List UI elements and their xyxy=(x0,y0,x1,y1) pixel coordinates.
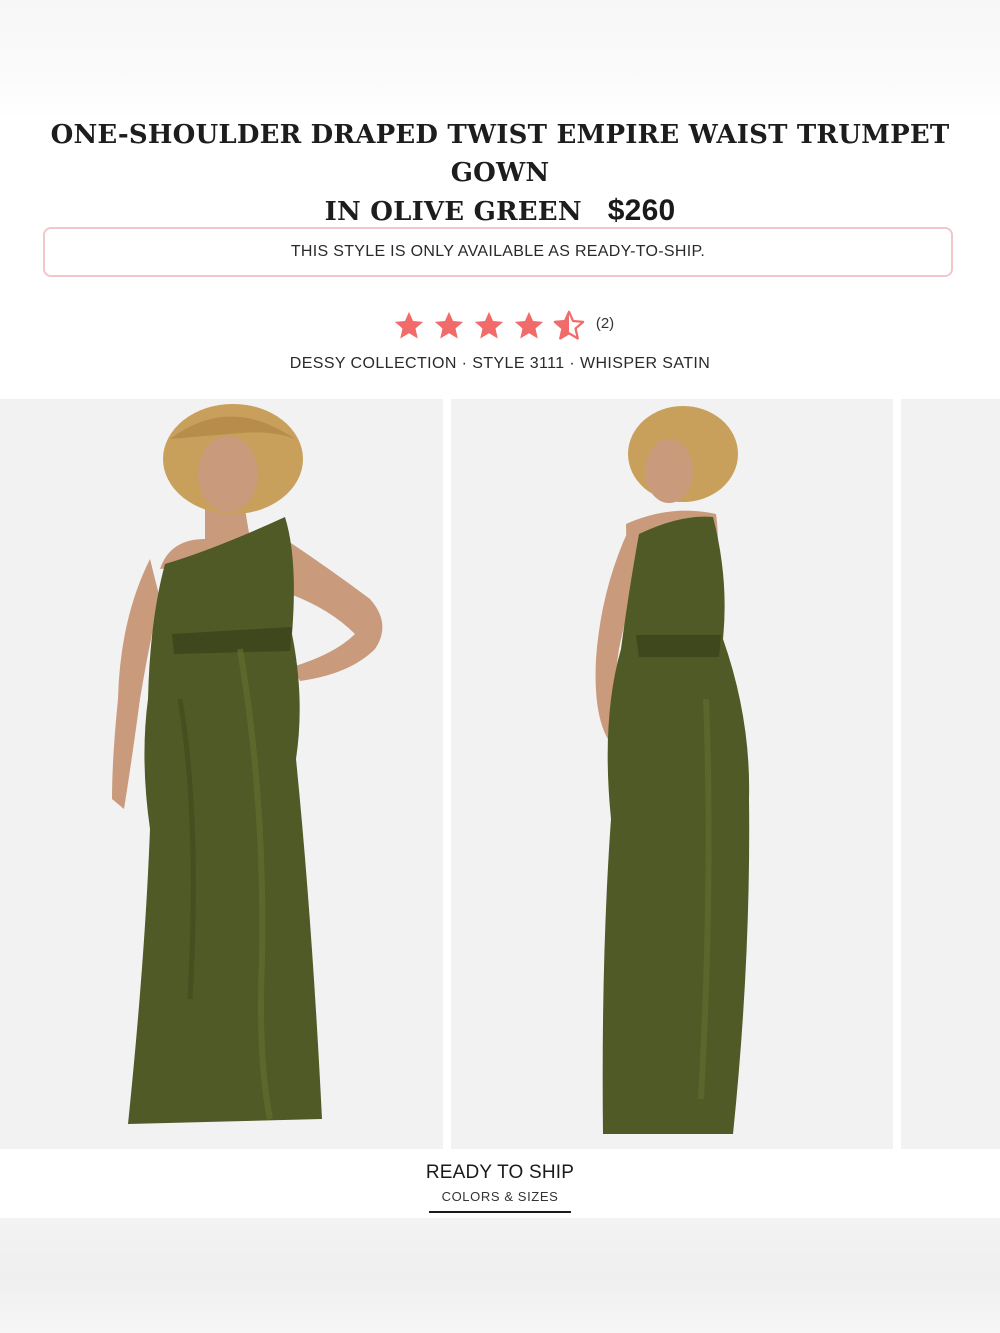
bottom-area xyxy=(0,1218,1000,1333)
star-full-icon xyxy=(394,311,423,339)
product-title-color: IN OLIVE GREEN xyxy=(324,197,582,227)
model-back-illustration xyxy=(451,399,893,1149)
image-gallery[interactable] xyxy=(0,399,1000,1149)
review-count[interactable]: (2) xyxy=(596,315,614,332)
product-title-line-2: IN OLIVE GREEN $260 xyxy=(0,192,1000,231)
product-title-line-1: ONE-SHOULDER DRAPED TWIST EMPIRE WAIST T… xyxy=(50,120,950,188)
tab-subtitle: COLORS & SIZES xyxy=(441,1189,559,1204)
tab-active-underline xyxy=(429,1211,571,1213)
product-meta: DESSY COLLECTION · STYLE 3111 · WHISPER … xyxy=(289,355,711,372)
gallery-image-next[interactable] xyxy=(901,399,1000,1149)
product-price: $260 xyxy=(607,194,676,227)
ready-to-ship-tab[interactable]: READY TO SHIP COLORS & SIZES xyxy=(0,1162,1000,1204)
star-full-icon xyxy=(474,311,503,339)
rating-summary[interactable]: (2) xyxy=(0,306,1000,346)
top-banner-area xyxy=(0,0,1000,118)
star-rating xyxy=(392,309,586,343)
star-half-icon xyxy=(553,310,585,340)
gallery-image-back[interactable] xyxy=(451,399,893,1149)
notice-text: THIS STYLE IS ONLY AVAILABLE AS READY-TO… xyxy=(290,243,706,260)
gallery-image-front[interactable] xyxy=(0,399,443,1149)
star-full-icon xyxy=(434,311,463,339)
model-front-illustration xyxy=(0,399,443,1149)
product-title: ONE-SHOULDER DRAPED TWIST EMPIRE WAIST T… xyxy=(0,116,1000,231)
tab-title: READY TO SHIP xyxy=(425,1162,575,1183)
ready-to-ship-notice: THIS STYLE IS ONLY AVAILABLE AS READY-TO… xyxy=(43,227,953,277)
star-full-icon xyxy=(514,311,543,339)
